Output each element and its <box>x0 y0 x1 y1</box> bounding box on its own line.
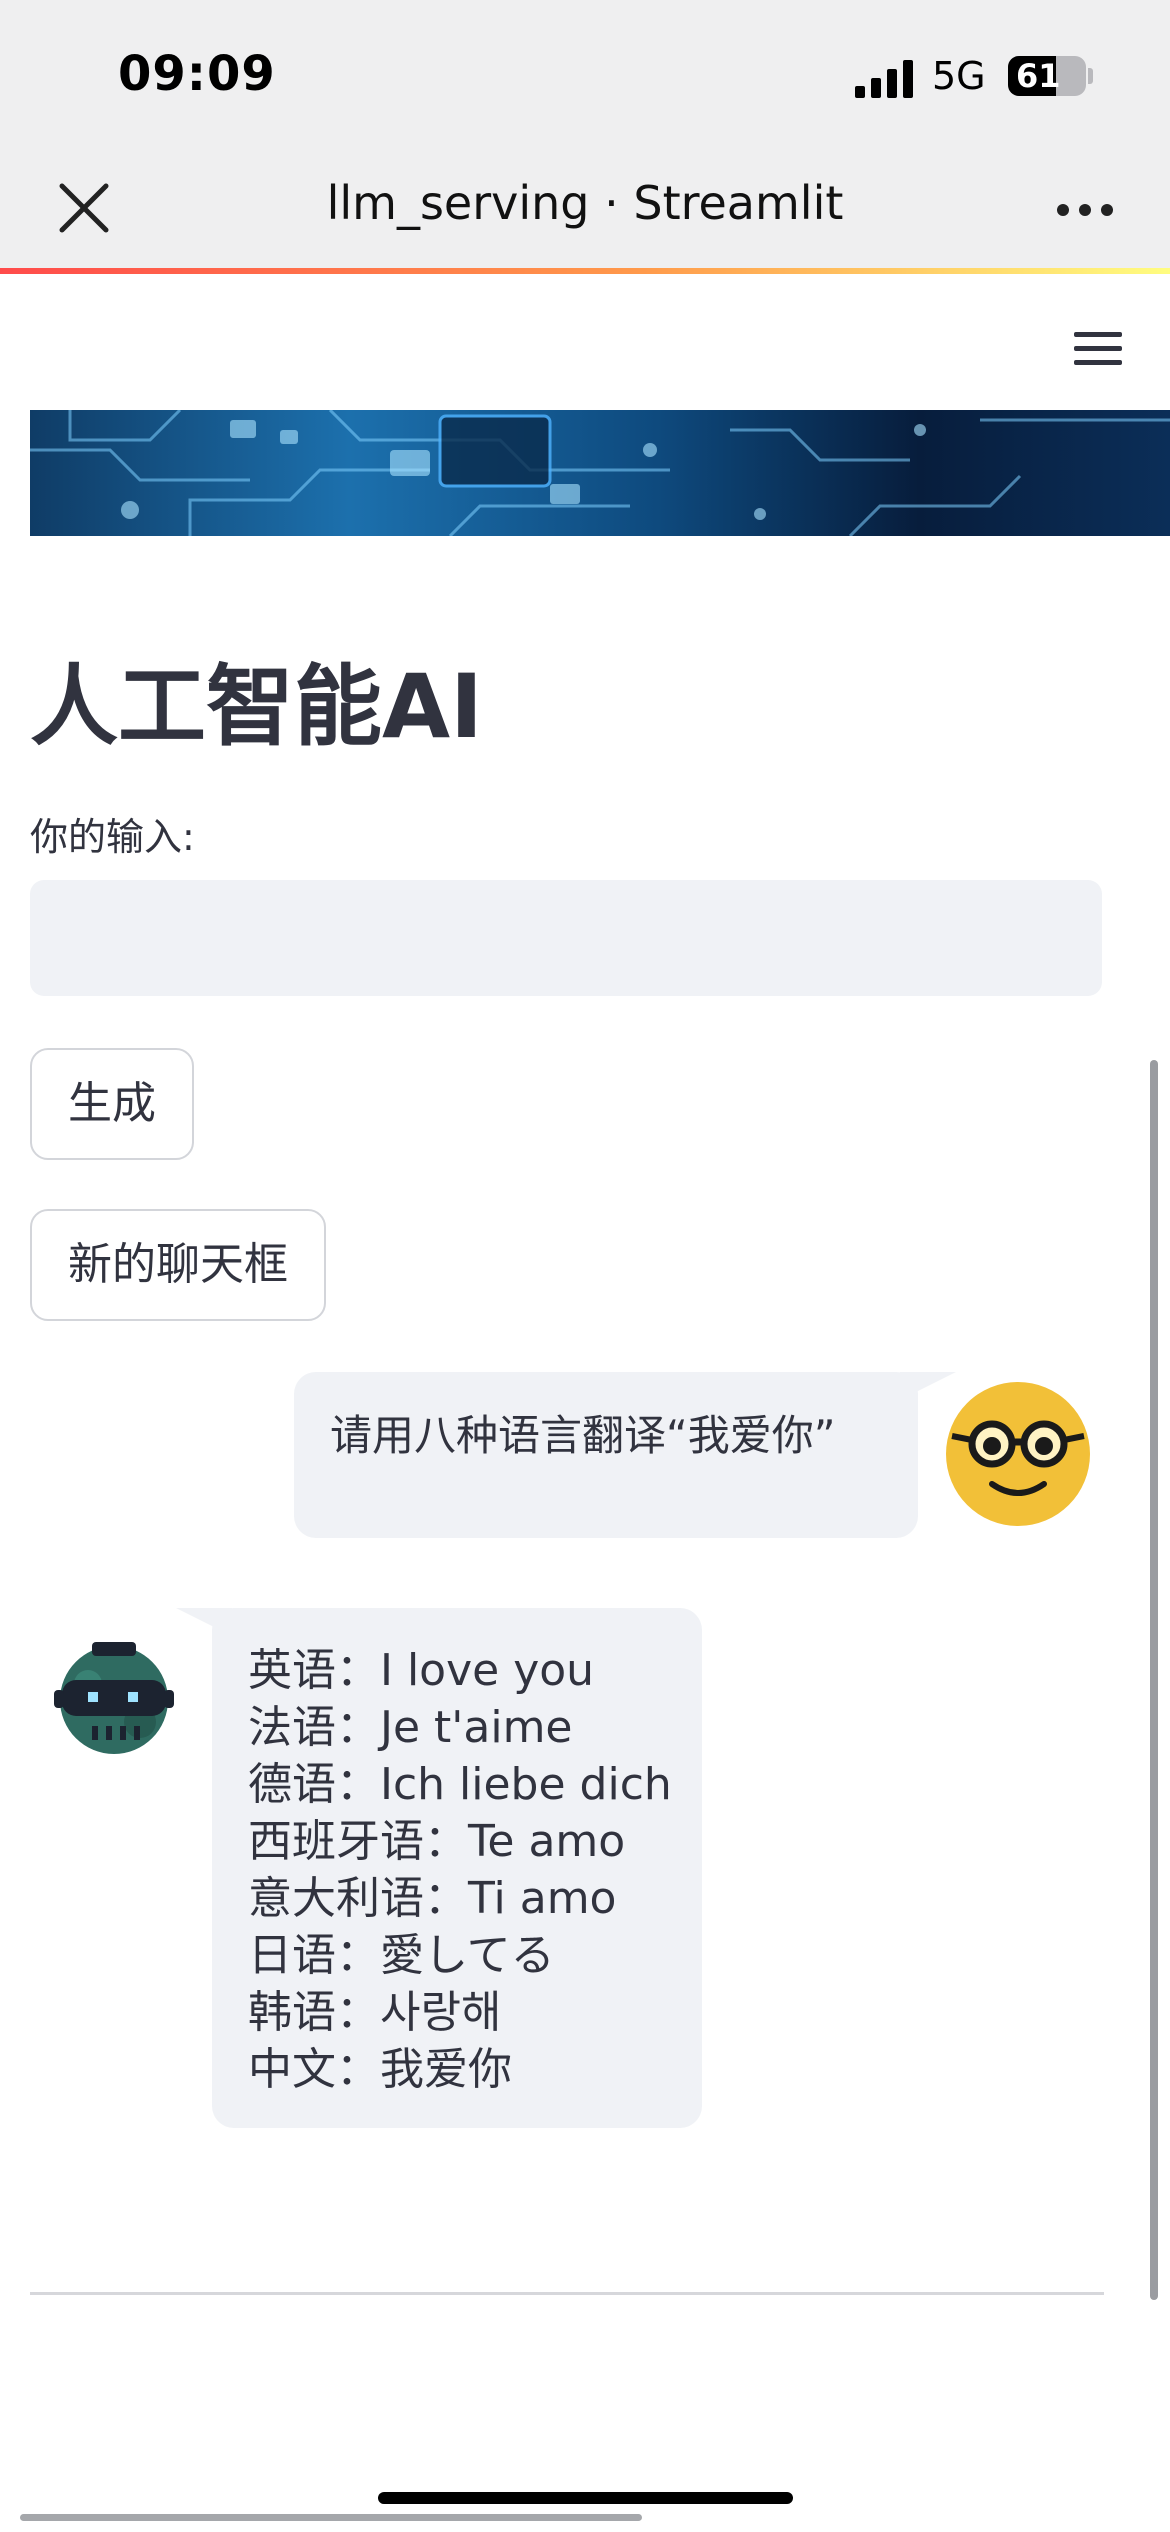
nerd-face-avatar <box>946 1382 1090 1526</box>
circuit-board-banner-image <box>30 410 1170 536</box>
header-accent-bar <box>0 268 1170 274</box>
battery-icon: 61 <box>1008 56 1086 96</box>
bot-message-bubble: 英语：I love you 法语：Je t'aime 德语：Ich liebe … <box>212 1608 702 2128</box>
bot-line-chinese: 中文：我爱你 <box>248 2044 512 2095</box>
battery-tip <box>1088 68 1093 84</box>
status-bar: 09:09 5G 61 <box>0 0 1170 150</box>
home-indicator[interactable] <box>378 2492 793 2504</box>
input-label: 你的输入: <box>30 815 195 859</box>
more-dots-icon[interactable] <box>1055 202 1115 218</box>
network-type: 5G <box>932 54 986 98</box>
new-chat-button[interactable]: 新的聊天框 <box>30 1209 326 1321</box>
battery-percentage: 61 <box>1016 57 1061 95</box>
bot-line-spanish: 西班牙语：Te amo <box>248 1816 626 1867</box>
signal-icon <box>855 60 913 98</box>
page-heading: 人工智能AI <box>30 655 483 758</box>
horizontal-scrollbar[interactable] <box>20 2514 642 2521</box>
status-time: 09:09 <box>118 46 276 102</box>
bot-line-korean: 韩语：사랑해 <box>248 1987 502 2038</box>
robot-avatar <box>54 1642 174 1754</box>
user-message-text: 请用八种语言翻译“我爱你” <box>330 1411 836 1460</box>
bot-line-english: 英语：I love you <box>248 1645 595 1696</box>
divider <box>30 2292 1104 2295</box>
bot-line-japanese: 日语：愛してる <box>248 1930 555 1981</box>
page-title: llm_serving · Streamlit <box>326 176 844 230</box>
browser-header: llm_serving · Streamlit <box>0 150 1170 274</box>
bot-line-italian: 意大利语：Ti amo <box>248 1873 617 1924</box>
bot-line-french: 法语：Je t'aime <box>248 1702 573 1753</box>
bot-message-text: 英语：I love you 法语：Je t'aime 德语：Ich liebe … <box>248 1642 672 2098</box>
vertical-scrollbar[interactable] <box>1150 1060 1158 2300</box>
bot-line-german: 德语：Ich liebe dich <box>248 1759 672 1810</box>
hamburger-menu-icon[interactable] <box>1072 330 1124 368</box>
generate-button[interactable]: 生成 <box>30 1048 194 1160</box>
user-message-bubble: 请用八种语言翻译“我爱你” <box>294 1372 918 1538</box>
chat-text-input[interactable] <box>30 880 1102 996</box>
